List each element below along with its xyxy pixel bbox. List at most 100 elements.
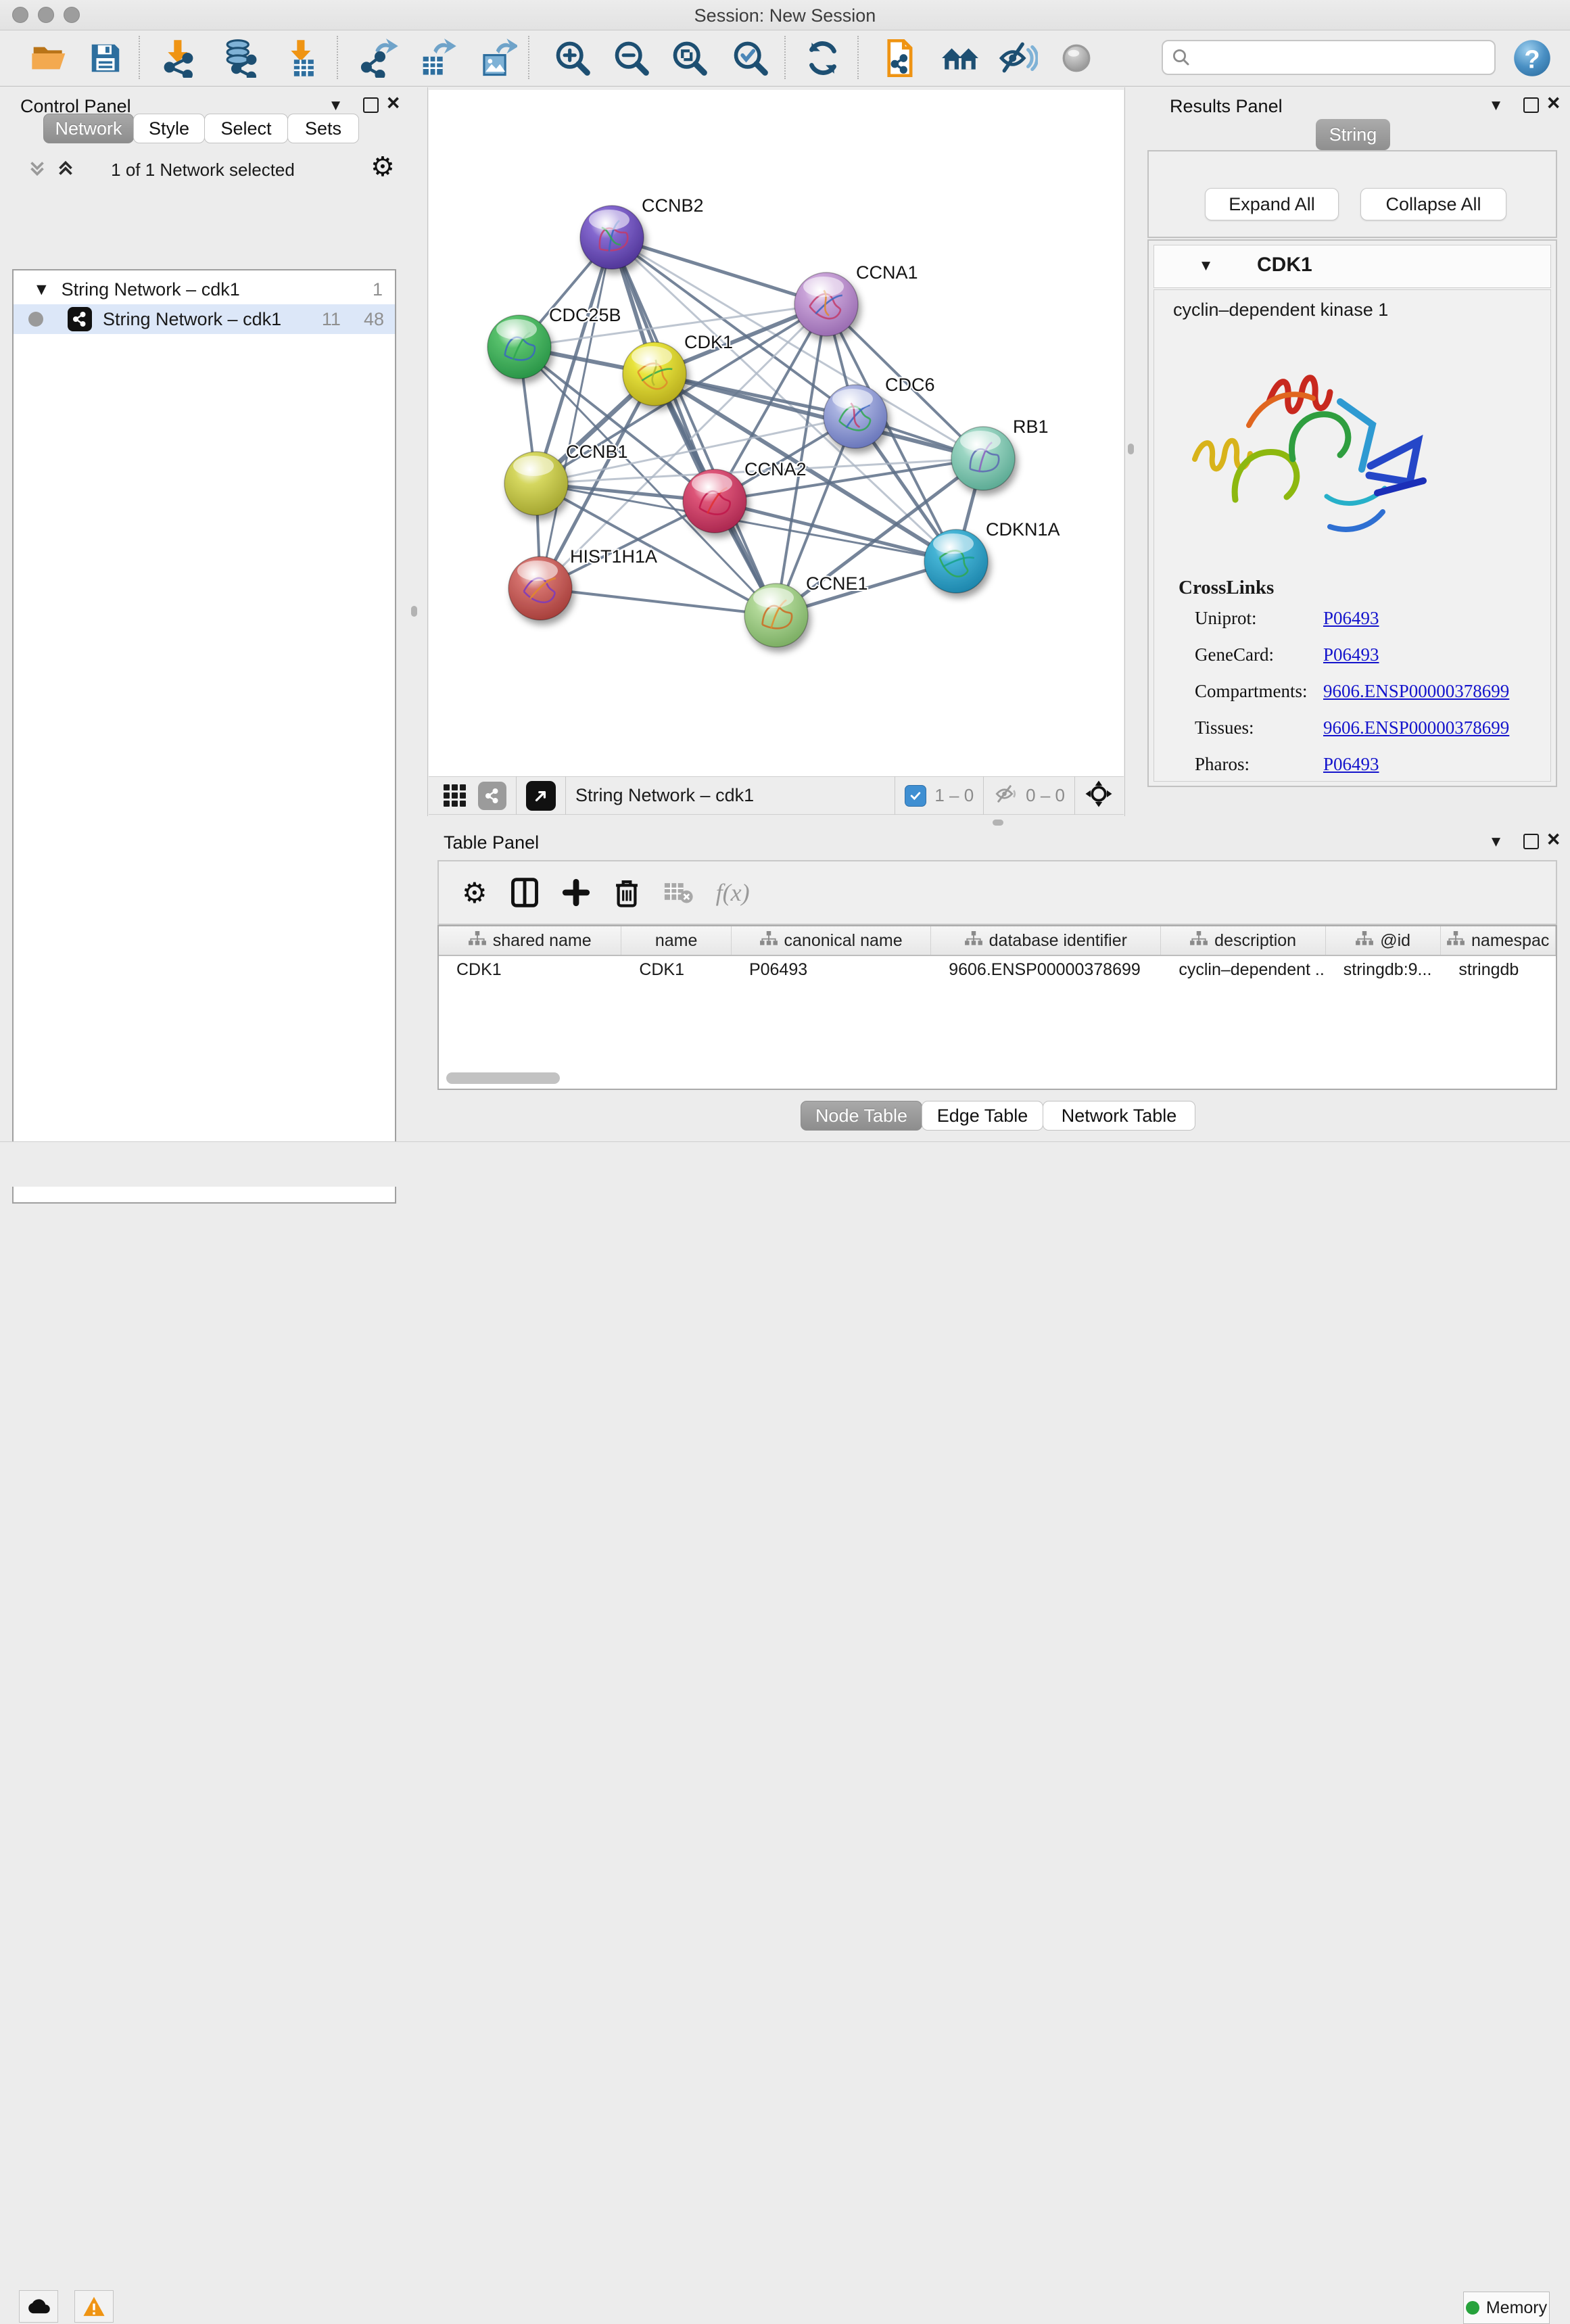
- tab-string[interactable]: String: [1316, 119, 1390, 150]
- memory-button[interactable]: Memory: [1463, 2292, 1550, 2324]
- grid-view-icon[interactable]: [444, 784, 466, 807]
- string-home-button[interactable]: [940, 38, 980, 78]
- network-options-gear-icon[interactable]: ⚙: [371, 151, 395, 183]
- table-row[interactable]: CDK1CDK1P064939606.ENSP00000378699cyclin…: [439, 956, 1556, 983]
- add-column-icon[interactable]: [562, 878, 590, 907]
- column-header-namespac[interactable]: namespac: [1441, 926, 1556, 955]
- show-results-button[interactable]: [1056, 38, 1097, 78]
- zoom-fit-button[interactable]: [669, 38, 710, 78]
- zoom-out-button[interactable]: [611, 38, 652, 78]
- column-header--id[interactable]: @id: [1326, 926, 1442, 955]
- apply-layout-button[interactable]: [803, 38, 843, 78]
- column-header-canonical-name[interactable]: canonical name: [732, 926, 931, 955]
- column-header-label: shared name: [493, 931, 592, 951]
- search-input[interactable]: [1198, 47, 1494, 69]
- hidden-nodes-icon[interactable]: [993, 784, 1019, 807]
- show-columns-icon[interactable]: [510, 877, 539, 908]
- network-node-CCNE1[interactable]: [744, 584, 808, 647]
- clone-network-button[interactable]: [880, 38, 921, 78]
- network-node-CDC6[interactable]: [824, 385, 887, 448]
- network-collection-row[interactable]: ▼ String Network – cdk1 1: [14, 275, 395, 304]
- tab-network[interactable]: Network: [43, 114, 134, 143]
- network-edge-ccnb2-ccna1[interactable]: [612, 237, 826, 304]
- network-node-CDKN1A[interactable]: [924, 529, 988, 593]
- horizontal-splitter-handle[interactable]: [993, 820, 1003, 826]
- network-view[interactable]: CCNB2CCNA1CDC25BCDK1CDC6RB1CCNB1CCNA2CDK…: [429, 90, 1124, 776]
- network-node-CDC25B[interactable]: [487, 315, 551, 379]
- crosslink-value-link[interactable]: P06493: [1323, 754, 1379, 775]
- table-options-gear-icon[interactable]: ⚙: [462, 876, 487, 909]
- crosslink-value-link[interactable]: 9606.ENSP00000378699: [1323, 717, 1509, 738]
- tab-edge-table[interactable]: Edge Table: [922, 1101, 1043, 1131]
- help-button[interactable]: ?: [1512, 38, 1552, 78]
- tab-style[interactable]: Style: [133, 114, 205, 143]
- delete-column-icon[interactable]: [613, 877, 640, 908]
- crosslink-value-link[interactable]: P06493: [1323, 644, 1379, 665]
- network-node-RB1[interactable]: [951, 427, 1015, 490]
- table-header-row: shared name namecanonical namedatabase id…: [439, 926, 1556, 956]
- export-image-button[interactable]: [477, 38, 518, 78]
- tab-network-table[interactable]: Network Table: [1043, 1101, 1195, 1131]
- table-body: CDK1CDK1P064939606.ENSP00000378699cyclin…: [439, 956, 1556, 983]
- float-panel-icon[interactable]: [1523, 834, 1539, 849]
- network-node-CCNA2[interactable]: [683, 469, 746, 533]
- network-node-CCNB2[interactable]: [580, 206, 644, 269]
- close-panel-icon[interactable]: ×: [387, 96, 400, 110]
- column-header-description[interactable]: description: [1161, 926, 1325, 955]
- network-node-CDK1[interactable]: [623, 342, 686, 406]
- hide-results-button[interactable]: [998, 38, 1039, 78]
- collapse-all-button[interactable]: Collapse All: [1360, 188, 1506, 220]
- collapse-panel-icon[interactable]: ▼: [1492, 835, 1500, 849]
- close-panel-icon[interactable]: ×: [1547, 96, 1560, 110]
- close-panel-icon[interactable]: ×: [1547, 832, 1560, 846]
- import-table-button[interactable]: [281, 38, 322, 78]
- network-node-HIST1H1A[interactable]: [508, 556, 572, 620]
- import-network-database-button[interactable]: [219, 38, 260, 78]
- detach-view-icon[interactable]: [526, 781, 556, 811]
- tab-sets[interactable]: Sets: [287, 114, 359, 143]
- network-edge-hist1h1a-ccne1[interactable]: [540, 588, 776, 615]
- tab-node-table-label: Node Table: [815, 1106, 907, 1127]
- collapse-panel-icon[interactable]: ▼: [331, 99, 340, 112]
- node-label-CDKN1A: CDKN1A: [986, 519, 1060, 540]
- node-table[interactable]: shared name namecanonical namedatabase id…: [437, 925, 1557, 1090]
- collapse-panel-icon[interactable]: ▼: [1492, 99, 1500, 112]
- save-session-button[interactable]: [85, 38, 126, 78]
- column-header-database-identifier[interactable]: database identifier: [931, 926, 1161, 955]
- import-network-file-button[interactable]: [158, 38, 199, 78]
- toolbar-search[interactable]: [1162, 40, 1496, 75]
- export-table-button[interactable]: [418, 38, 458, 78]
- open-session-button[interactable]: [29, 38, 70, 78]
- expand-all-button[interactable]: Expand All: [1205, 188, 1339, 220]
- export-network-button[interactable]: [360, 38, 400, 78]
- tab-node-table[interactable]: Node Table: [801, 1101, 922, 1131]
- tab-select[interactable]: Select: [204, 114, 288, 143]
- network-node-CCNA1[interactable]: [794, 272, 858, 336]
- zoom-selected-button[interactable]: [730, 38, 771, 78]
- float-panel-icon[interactable]: [1523, 97, 1539, 113]
- column-header-shared-name[interactable]: shared name: [439, 926, 621, 955]
- warning-status-button[interactable]: [74, 2290, 114, 2323]
- selected-nodes-checkbox[interactable]: [905, 785, 926, 807]
- table-horizontal-scrollbar[interactable]: [446, 1072, 560, 1084]
- right-splitter[interactable]: [1124, 87, 1125, 816]
- crosslink-value-link[interactable]: 9606.ENSP00000378699: [1323, 681, 1509, 702]
- gene-section-header[interactable]: ▼ CDK1: [1153, 245, 1551, 288]
- node-label-CCNA2: CCNA2: [744, 459, 807, 479]
- network-node-CCNB1[interactable]: [504, 452, 568, 515]
- string-view-icon[interactable]: [478, 782, 506, 810]
- gene-collapse-icon[interactable]: ▼: [1202, 259, 1210, 272]
- expand-all-label: Expand All: [1229, 194, 1315, 215]
- network-canvas[interactable]: CCNB2CCNA1CDC25BCDK1CDC6RB1CCNB1CCNA2CDK…: [429, 90, 1124, 776]
- left-splitter[interactable]: [427, 87, 428, 816]
- left-splitter-handle[interactable]: [411, 606, 417, 617]
- crosslink-value-link[interactable]: P06493: [1323, 608, 1379, 629]
- float-panel-icon[interactable]: [363, 97, 379, 113]
- network-row[interactable]: String Network – cdk1 11 48: [14, 304, 395, 334]
- cloud-status-button[interactable]: [19, 2290, 58, 2323]
- tree-expand-icon[interactable]: ▼: [37, 282, 47, 297]
- title-bar: Session: New Session: [0, 0, 1570, 30]
- column-header-name[interactable]: name: [621, 926, 732, 955]
- zoom-in-button[interactable]: [552, 38, 593, 78]
- birds-eye-view-icon[interactable]: [1085, 780, 1113, 811]
